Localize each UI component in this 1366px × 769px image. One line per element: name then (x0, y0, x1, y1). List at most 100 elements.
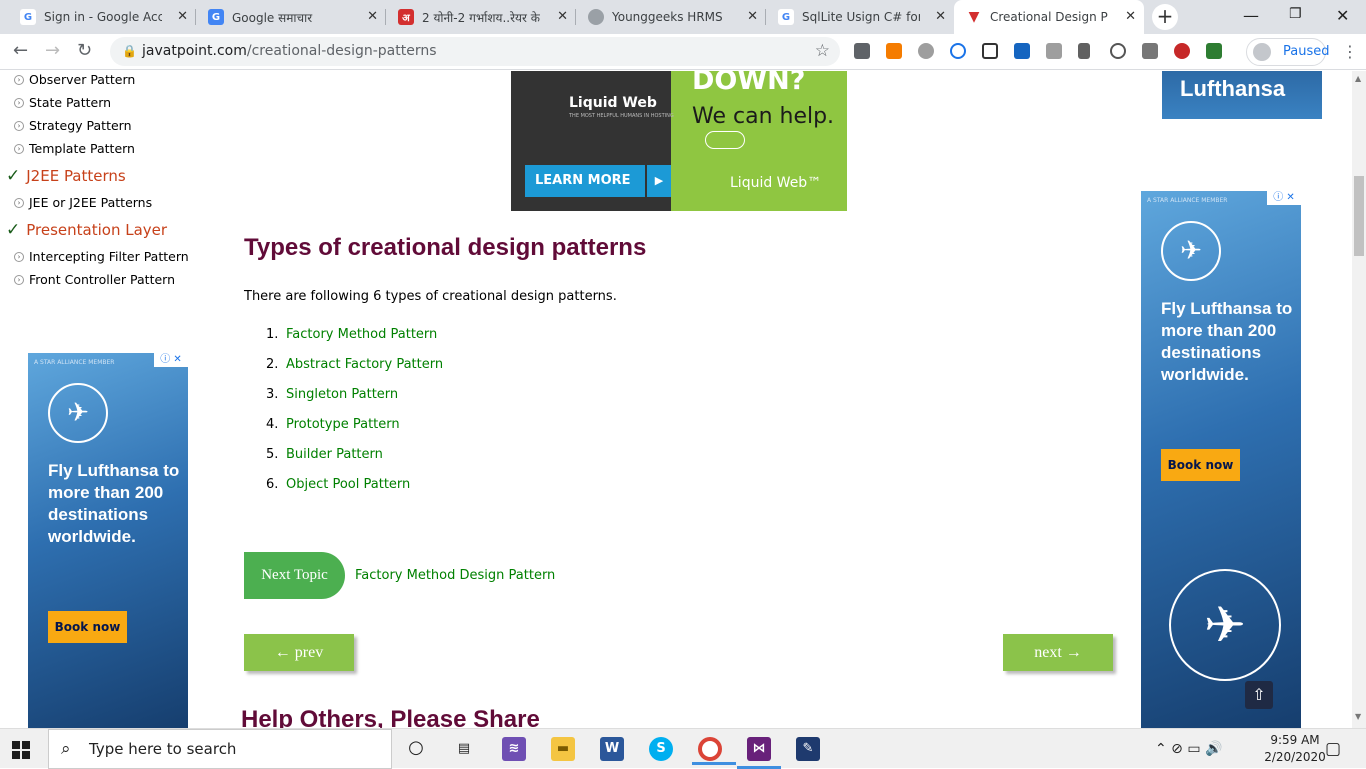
tab-title: Younggeeks HRMS (612, 10, 723, 24)
forward-icon[interactable]: → (45, 40, 60, 61)
restore-icon[interactable]: ❐ (1289, 6, 1302, 22)
ad-close-icon[interactable]: ⓘ ✕ (154, 353, 188, 367)
close-tab-icon[interactable]: ✕ (935, 9, 946, 24)
play-icon[interactable]: ▶ (647, 165, 671, 197)
sidebar-item-jee[interactable]: › JEE or J2EE Patterns (14, 195, 152, 210)
tab-sqllite[interactable]: G SqlLite Usign C# for co ✕ (766, 0, 954, 34)
tab-amar-ujala[interactable]: अ 2 योनी-2 गर्भाशय..रेयर के ✕ (386, 0, 576, 34)
chrome-icon[interactable] (692, 737, 736, 765)
taskbar-search-box[interactable]: ⌕ Type here to search (48, 729, 392, 769)
close-tab-icon[interactable]: ✕ (1125, 9, 1136, 24)
menu-icon[interactable]: ⋮ (1342, 42, 1358, 61)
extension-icon[interactable] (918, 43, 934, 59)
sidebar-heading-presentation[interactable]: ✓ Presentation Layer (6, 220, 167, 240)
list-item[interactable]: 4. Prototype Pattern (266, 417, 400, 432)
extension-icon[interactable] (886, 43, 902, 59)
system-tray[interactable]: ⌃ ⊘ ▭ 🔊 (1155, 729, 1222, 769)
windows-start-icon[interactable] (12, 741, 30, 759)
list-item[interactable]: 5. Builder Pattern (266, 447, 383, 462)
skype-icon[interactable]: S (649, 737, 673, 761)
book-now-button[interactable]: Book now (1161, 449, 1240, 481)
extension-icon[interactable] (1110, 43, 1126, 59)
extension-icon[interactable] (854, 43, 870, 59)
learn-more-button[interactable]: LEARN MORE (525, 165, 645, 197)
list-number: 1. (266, 327, 279, 342)
next-topic-link[interactable]: Factory Method Design Pattern (355, 568, 555, 583)
list-link[interactable]: Builder Pattern (286, 447, 383, 462)
tab-google-news[interactable]: G Google समाचार ✕ (196, 0, 386, 34)
browser-toolbar: ← → ↻ 🔒 javatpoint.com/creational-design… (0, 34, 1366, 70)
back-icon[interactable]: ← (13, 40, 28, 61)
app-icon[interactable]: ✎ (796, 737, 820, 761)
close-tab-icon[interactable]: ✕ (177, 9, 188, 24)
extension-icon[interactable] (1206, 43, 1222, 59)
ad-text: Fly Lufthansa to more than 200 destinati… (48, 461, 180, 546)
ad-subheadline: We can help. (692, 104, 835, 129)
scroll-to-top-button[interactable]: ⇧ (1245, 681, 1273, 709)
word-icon[interactable]: W (600, 737, 624, 761)
sidebar-item-intercepting[interactable]: › Intercepting Filter Pattern (14, 249, 189, 264)
file-explorer-icon[interactable]: ▬ (551, 737, 575, 761)
list-link[interactable]: Abstract Factory Pattern (286, 357, 443, 372)
list-number: 5. (266, 447, 279, 462)
ad-close-icon[interactable]: ⓘ ✕ (1267, 191, 1301, 205)
extension-icon[interactable] (1174, 43, 1190, 59)
taskbar-clock[interactable]: 9:59 AM 2/20/2020 (1262, 732, 1328, 766)
lufthansa-ad-left[interactable]: A STAR ALLIANCE MEMBER ⓘ ✕ ✈ Fly Lufthan… (28, 353, 188, 728)
minimize-icon[interactable]: — (1243, 6, 1259, 25)
star-alliance-text: A STAR ALLIANCE MEMBER (34, 359, 115, 366)
sidebar-item-front-controller[interactable]: › Front Controller Pattern (14, 272, 175, 287)
new-tab-button[interactable]: + (1152, 4, 1178, 30)
list-link[interactable]: Factory Method Pattern (286, 327, 437, 342)
close-tab-icon[interactable]: ✕ (367, 9, 378, 24)
cortana-icon[interactable]: ○ (404, 737, 428, 761)
list-item[interactable]: 3. Singleton Pattern (266, 387, 398, 402)
extension-icon[interactable] (982, 43, 998, 59)
sidebar-item-state[interactable]: › State Pattern (14, 95, 111, 110)
close-tab-icon[interactable]: ✕ (747, 9, 758, 24)
page-scrollbar[interactable]: ▲ ▼ (1352, 71, 1366, 728)
close-window-icon[interactable]: ✕ (1336, 6, 1349, 25)
sidebar-item-label: Front Controller Pattern (29, 272, 176, 287)
scroll-up-icon[interactable]: ▲ (1355, 74, 1361, 83)
visual-studio-icon[interactable]: ⋈ (737, 737, 781, 769)
list-link[interactable]: Prototype Pattern (286, 417, 400, 432)
lufthansa-ad-right[interactable]: A STAR ALLIANCE MEMBER ⓘ ✕ ✈ Fly Lufthan… (1141, 191, 1301, 728)
extension-icon[interactable] (1046, 43, 1062, 59)
reload-icon[interactable]: ↻ (77, 40, 92, 61)
cloud-icon[interactable] (950, 43, 966, 59)
address-bar[interactable]: 🔒 javatpoint.com/creational-design-patte… (110, 37, 840, 66)
prev-button[interactable]: ← prev (244, 634, 354, 671)
clock-date: 2/20/2020 (1264, 750, 1326, 764)
profile-button[interactable]: Paused (1246, 38, 1330, 66)
bookmark-star-icon[interactable]: ☆ (815, 37, 830, 66)
crane-logo-icon: ✈ (1169, 569, 1281, 681)
next-button[interactable]: next → (1003, 634, 1113, 671)
scrollbar-thumb[interactable] (1354, 176, 1364, 256)
list-item[interactable]: 1. Factory Method Pattern (266, 327, 437, 342)
sidebar-item-observer[interactable]: › Observer Pattern (14, 72, 135, 87)
app-icon[interactable]: ≋ (502, 737, 526, 761)
extension-icon[interactable] (1014, 43, 1030, 59)
notification-icon[interactable]: ▢ (1325, 739, 1341, 759)
profile-status: Paused (1283, 44, 1330, 59)
list-item[interactable]: 6. Object Pool Pattern (266, 477, 410, 492)
sidebar-item-label: Observer Pattern (29, 72, 136, 87)
sidebar-item-template[interactable]: › Template Pattern (14, 141, 135, 156)
sidebar-heading-j2ee[interactable]: ✓ J2EE Patterns (6, 166, 126, 186)
list-item[interactable]: 2. Abstract Factory Pattern (266, 357, 443, 372)
list-link[interactable]: Object Pool Pattern (286, 477, 410, 492)
eyedropper-icon[interactable] (1078, 43, 1090, 59)
lufthansa-banner-ad[interactable]: Lufthansa (1162, 71, 1322, 119)
tab-creational-design[interactable]: ▼ Creational Design Patte ✕ (954, 0, 1144, 34)
tab-younggeeks[interactable]: Younggeeks HRMS ✕ (576, 0, 766, 34)
sidebar-item-strategy[interactable]: › Strategy Pattern (14, 118, 132, 133)
liquidweb-ad[interactable]: Liquid Web THE MOST HELPFUL HUMANS IN HO… (511, 71, 847, 211)
task-view-icon[interactable]: ▤ (452, 737, 476, 761)
camera-icon[interactable] (1142, 43, 1158, 59)
tab-google-signin[interactable]: G Sign in - Google Accou ✕ (8, 0, 196, 34)
book-now-button[interactable]: Book now (48, 611, 127, 643)
list-link[interactable]: Singleton Pattern (286, 387, 398, 402)
close-tab-icon[interactable]: ✕ (557, 9, 568, 24)
scroll-down-icon[interactable]: ▼ (1355, 712, 1361, 721)
